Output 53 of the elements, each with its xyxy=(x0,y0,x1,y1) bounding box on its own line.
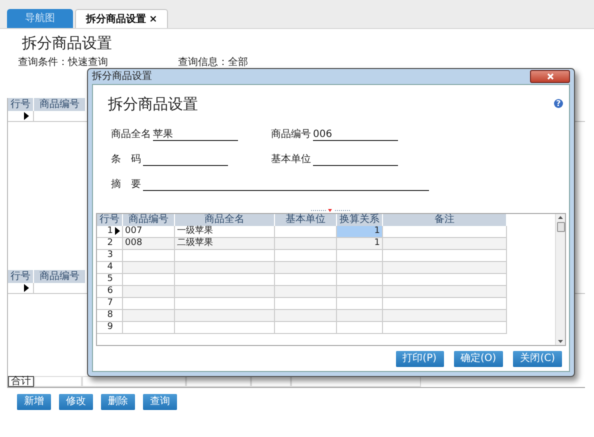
action-button[interactable]: 修改 xyxy=(59,394,93,410)
table-cell: 9 xyxy=(97,322,123,332)
scroll-down-icon[interactable] xyxy=(558,340,563,342)
tab[interactable]: 拆分商品设置 × xyxy=(75,9,168,28)
table-cell: 1 xyxy=(337,238,383,248)
scrollbar-thumb[interactable] xyxy=(556,222,564,232)
help-button[interactable]: ? xyxy=(554,99,563,108)
query-info: 查询信息：全部 xyxy=(178,57,248,68)
query-info: 查询条件：快速查询 xyxy=(18,57,109,68)
table-cell: 4 xyxy=(97,262,123,272)
dialog-button[interactable]: 打印(P) xyxy=(396,350,444,366)
column-header: 备注 xyxy=(383,214,507,226)
dialog-button[interactable]: 关闭(C) xyxy=(513,350,562,366)
field-label: 摘 要 xyxy=(111,178,141,190)
dialog-heading: 拆分商品设置 xyxy=(108,94,198,115)
total-label: 合计 xyxy=(8,376,34,387)
page-title: 拆分商品设置 xyxy=(21,33,113,53)
action-button[interactable]: 查询 xyxy=(143,394,177,410)
dialog-title: 拆分商品设置 xyxy=(92,72,152,82)
column-header: 商品编号 xyxy=(34,270,86,283)
table-cell: 1 xyxy=(337,226,383,236)
column-header: 换算关系 xyxy=(337,214,383,226)
table-cell: 二级苹果 xyxy=(175,238,275,248)
total-cell xyxy=(34,376,82,387)
column-header: 基本单位 xyxy=(275,214,337,226)
scroll-up-icon[interactable] xyxy=(558,216,563,218)
close-button[interactable] xyxy=(530,70,570,83)
column-header: 行号 xyxy=(8,98,34,111)
field-label: 商品全名 xyxy=(111,128,151,140)
column-header: 商品编号 xyxy=(34,98,86,111)
input-field[interactable]: 苹果 xyxy=(153,128,238,140)
splitter-handle-icon[interactable] xyxy=(311,208,351,212)
column-header: 商品编号 xyxy=(123,214,175,226)
tab[interactable]: 导航图 xyxy=(7,9,73,28)
table-cell: 6 xyxy=(97,286,123,296)
table-cell: 8 xyxy=(97,310,123,320)
table-cell: 008 xyxy=(123,238,175,248)
input-field[interactable]: 006 xyxy=(313,128,398,140)
column-header: 商品全名 xyxy=(175,214,275,226)
action-button[interactable]: 删除 xyxy=(101,394,135,410)
close-icon xyxy=(546,73,554,80)
table-cell: 2 xyxy=(97,238,123,248)
field-label: 商品编号 xyxy=(271,128,311,140)
field-label: 基本单位 xyxy=(271,154,311,166)
action-button[interactable]: 新增 xyxy=(17,394,51,410)
field-label: 条 码 xyxy=(111,154,141,166)
table-cell: 007 xyxy=(123,226,175,236)
close-tab-button[interactable]: × xyxy=(149,12,158,26)
column-header: 行号 xyxy=(8,270,34,283)
table-cell: 一级苹果 xyxy=(175,226,275,236)
scrollbar[interactable] xyxy=(555,214,565,344)
column-header: 行号 xyxy=(97,214,123,226)
dialog-button[interactable]: 确定(O) xyxy=(454,350,504,366)
